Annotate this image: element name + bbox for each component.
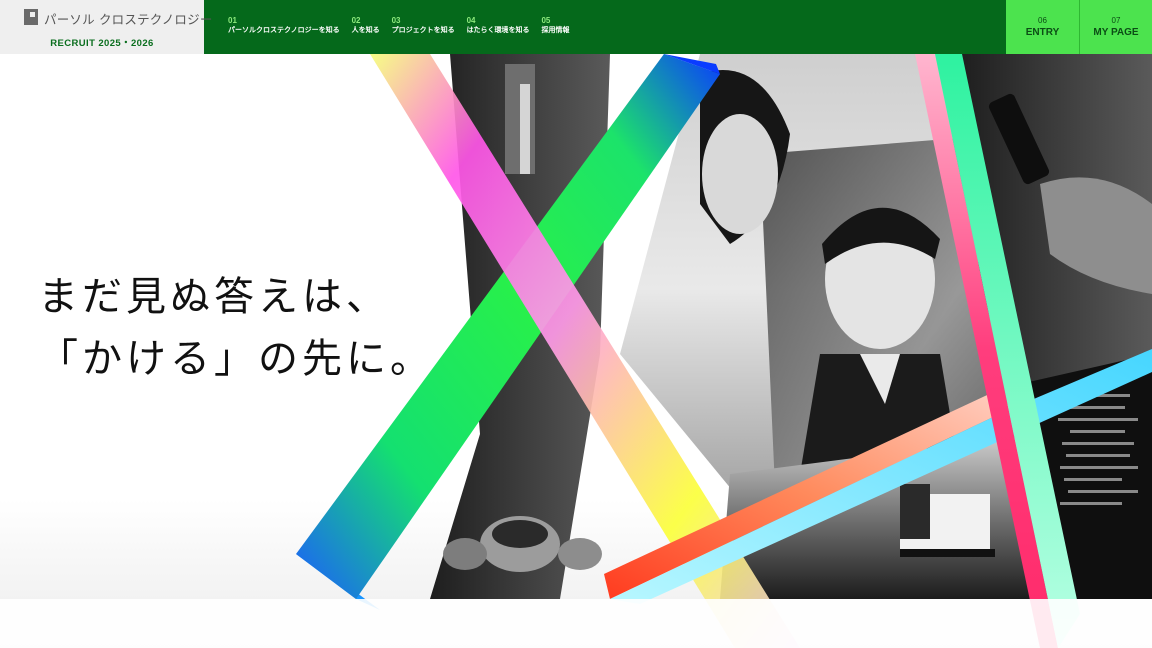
- nav-label: 採用情報: [541, 26, 570, 34]
- nav-item-recruitment[interactable]: 05 採用情報: [541, 16, 569, 36]
- headline-line-2: 「かける」の先に。: [38, 336, 434, 382]
- nav-item-projects[interactable]: 03 プロジェクトを知る: [392, 16, 455, 36]
- nav-number: 05: [541, 16, 551, 25]
- nav-number: 04: [466, 16, 476, 25]
- recruit-year: RECRUIT 2025・2026: [50, 38, 154, 49]
- woman-face: [702, 114, 778, 234]
- mypage-button[interactable]: 07 MY PAGE: [1079, 0, 1152, 54]
- nav-item-company[interactable]: 01 パーソルクロステクノロジーを知る: [228, 16, 340, 36]
- entry-number: 06: [1038, 16, 1047, 25]
- nav-item-environment[interactable]: 04 はたらく環境を知る: [467, 16, 530, 36]
- hero-section: まだ見ぬ答えは、 「かける」の先に。: [0, 54, 1152, 648]
- logo-name: パーソル クロステクノロジー: [44, 12, 213, 27]
- mypage-number: 07: [1111, 16, 1121, 25]
- nav-number: 01: [228, 16, 237, 25]
- nav-label: プロジェクトを知る: [391, 26, 455, 34]
- nav-item-people[interactable]: 02 人を知る: [352, 16, 380, 36]
- logo[interactable]: パーソル クロステクノロジー RECRUIT 2025・2026: [0, 0, 212, 54]
- nav-number: 03: [391, 16, 401, 25]
- logo-icon: [24, 9, 38, 25]
- global-nav: 01 パーソルクロステクノロジーを知る 02 人を知る 03 プロジェクトを知る…: [204, 0, 1006, 54]
- entry-button[interactable]: 06 ENTRY: [1006, 0, 1079, 54]
- nav-label: パーソルクロステクノロジーを知る: [228, 26, 340, 34]
- mypage-label: MY PAGE: [1093, 27, 1139, 38]
- site-header: パーソル クロステクノロジー RECRUIT 2025・2026 01 パーソル…: [0, 0, 1152, 54]
- headline-line-1: まだ見ぬ答えは、: [38, 274, 390, 320]
- hero-headline: まだ見ぬ答えは、 「かける」の先に。: [38, 266, 434, 390]
- entry-label: ENTRY: [1025, 27, 1060, 38]
- nav-label: はたらく環境を知る: [466, 26, 530, 34]
- nav-label: 人を知る: [351, 26, 380, 34]
- nav-number: 02: [351, 16, 361, 25]
